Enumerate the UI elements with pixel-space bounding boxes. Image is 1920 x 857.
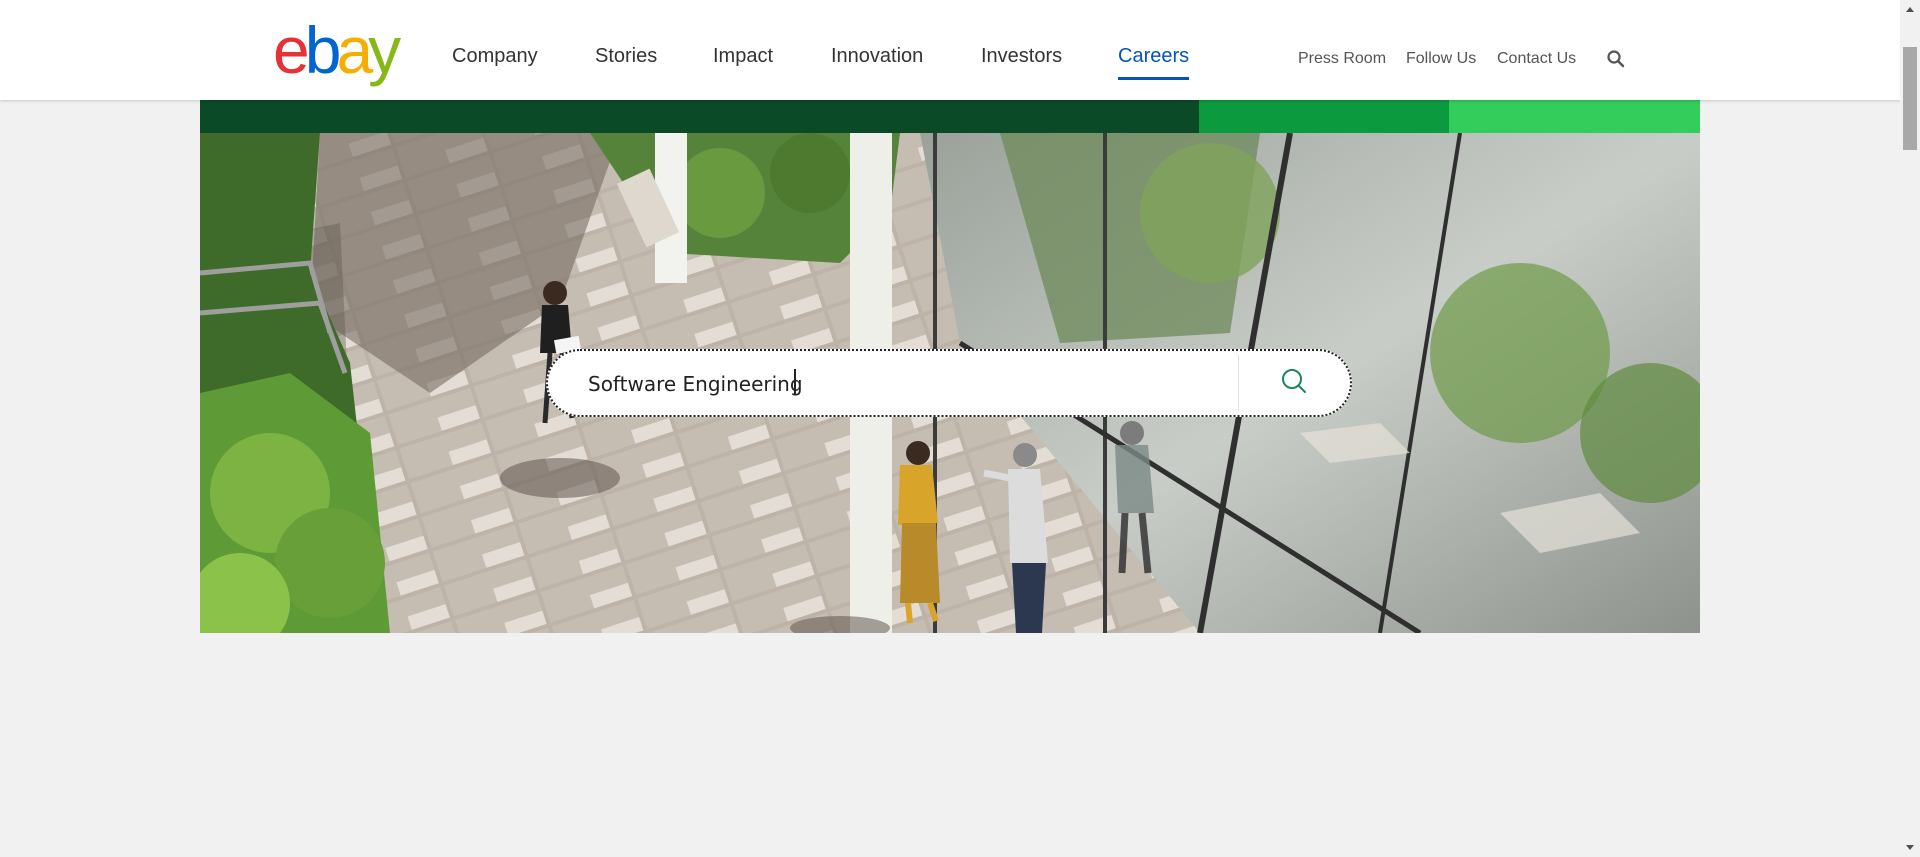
job-search-box — [546, 349, 1352, 417]
logo-letter-a: a — [336, 13, 373, 87]
nav-company[interactable]: Company — [452, 45, 538, 68]
nav-careers[interactable]: Careers — [1118, 45, 1190, 80]
contact-us-link[interactable]: Contact Us — [1497, 50, 1576, 68]
logo-letter-e: e — [273, 13, 310, 87]
nav-careers-label: Careers — [1118, 45, 1190, 67]
brand-bar-mid — [1199, 100, 1449, 133]
brand-bar-dark — [200, 100, 1199, 133]
nav-stories[interactable]: Stories — [595, 45, 657, 68]
search-icon — [1280, 367, 1308, 400]
press-room-link[interactable]: Press Room — [1298, 50, 1386, 68]
ebay-logo[interactable]: ebay — [273, 13, 401, 87]
active-nav-underline — [1118, 77, 1190, 80]
scroll-down-arrow-icon[interactable] — [1900, 837, 1920, 857]
scroll-thumb[interactable] — [1903, 47, 1917, 150]
scroll-up-arrow-icon[interactable] — [1900, 0, 1920, 20]
search-icon[interactable] — [1606, 49, 1626, 69]
nav-investors[interactable]: Investors — [981, 45, 1062, 68]
text-cursor — [794, 369, 796, 395]
logo-letter-b: b — [304, 13, 342, 87]
job-search-button[interactable] — [1240, 355, 1348, 411]
brand-bar-light — [1449, 100, 1700, 133]
job-search-input[interactable] — [588, 369, 1208, 399]
nav-impact[interactable]: Impact — [713, 45, 773, 68]
logo-letter-y: y — [368, 13, 401, 87]
follow-us-link[interactable]: Follow Us — [1406, 50, 1476, 68]
page-scrollbar[interactable] — [1900, 0, 1920, 857]
site-header: ebay Company Stories Impact Innovation I… — [0, 0, 1900, 100]
nav-innovation[interactable]: Innovation — [831, 45, 923, 68]
search-divider — [1238, 355, 1239, 411]
